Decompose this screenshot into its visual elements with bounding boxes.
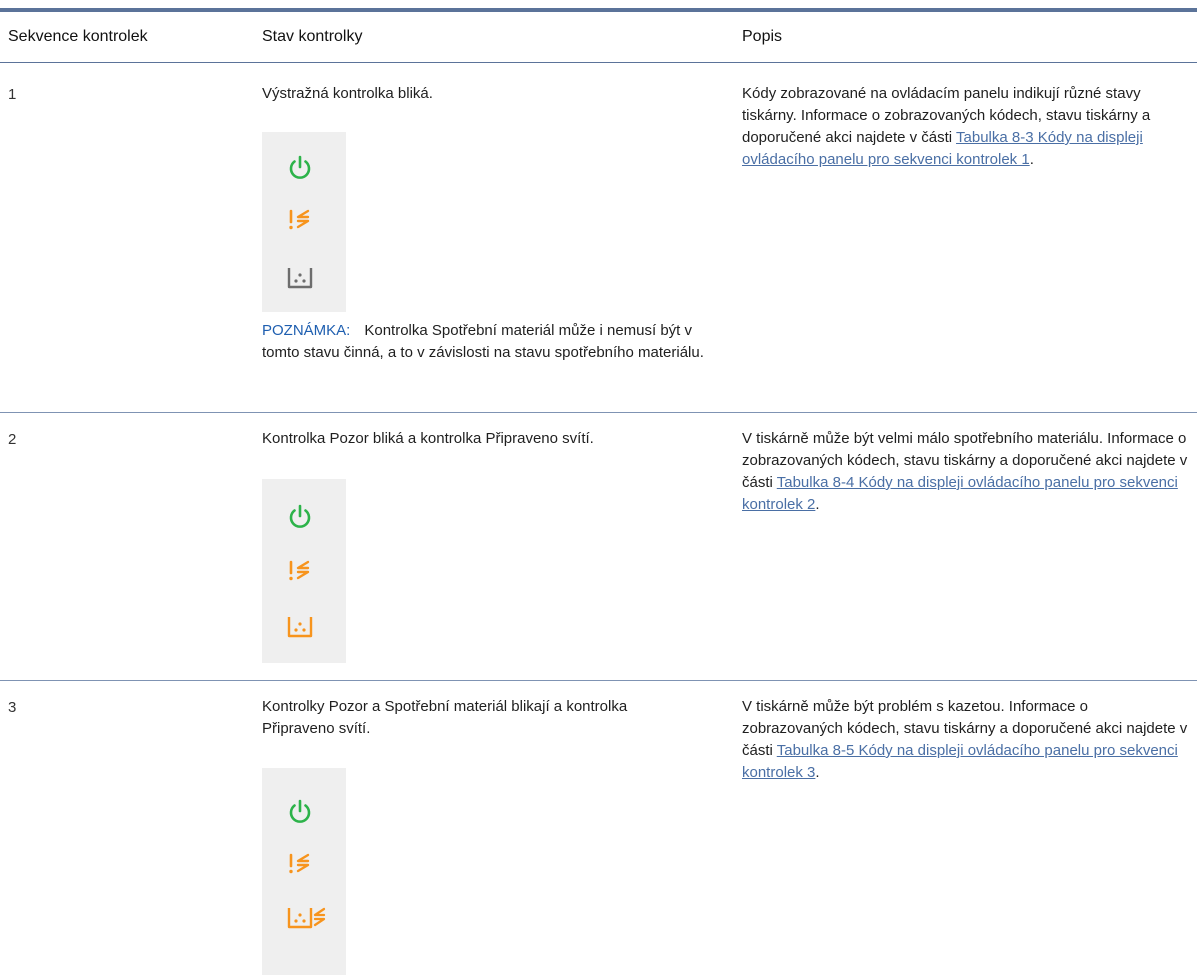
row-state: Kontrolky Pozor a Spotřební materiál bli… <box>262 698 628 737</box>
row-number: 2 <box>8 431 17 448</box>
control-panel-lights <box>262 132 346 312</box>
row-description: V tiskárně může být velmi málo spotřební… <box>742 428 1192 516</box>
attention-icon <box>289 853 310 874</box>
row-divider <box>0 412 1197 413</box>
header-description: Popis <box>742 28 783 45</box>
header-state: Stav kontrolky <box>262 28 363 45</box>
row-number: 3 <box>8 699 17 716</box>
description-link[interactable]: Tabulka 8-5 Kódy na displeji ovládacího … <box>742 742 1178 781</box>
header-sequence: Sekvence kontrolek <box>8 28 148 45</box>
power-icon <box>289 504 311 528</box>
description-end: . <box>1029 151 1034 168</box>
power-icon <box>289 799 311 823</box>
description-end: . <box>815 496 820 513</box>
description-end: . <box>815 764 820 781</box>
row-state: Kontrolka Pozor bliká a kontrolka Připra… <box>262 430 594 447</box>
control-panel-lights <box>262 479 346 663</box>
row-state: Výstražná kontrolka bliká. <box>262 85 433 102</box>
header-rule <box>0 62 1197 63</box>
attention-icon <box>289 209 310 230</box>
row-note: POZNÁMKA: Kontrolka Spotřební materiál mů… <box>262 320 712 364</box>
attention-icon <box>289 560 310 581</box>
power-icon <box>289 155 311 179</box>
supplies-icon <box>287 617 313 638</box>
table-top-rule <box>0 8 1197 12</box>
row-description: V tiskárně může být problém s kazetou. I… <box>742 696 1192 784</box>
supplies-icon <box>287 907 326 929</box>
supplies-icon <box>287 268 313 289</box>
row-divider <box>0 680 1197 681</box>
description-link[interactable]: Tabulka 8-4 Kódy na displeji ovládacího … <box>742 474 1178 513</box>
control-panel-lights <box>262 768 346 975</box>
row-number: 1 <box>8 86 17 103</box>
note-label: POZNÁMKA: <box>262 322 351 339</box>
row-description: Kódy zobrazované na ovládacím panelu ind… <box>742 83 1192 171</box>
